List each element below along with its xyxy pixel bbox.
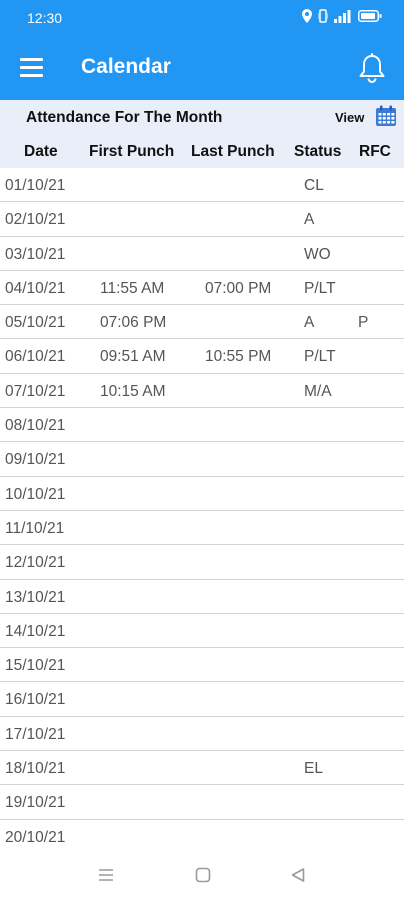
cell-date: 05/10/21	[5, 314, 66, 332]
cell-date: 09/10/21	[5, 451, 66, 469]
table-row[interactable]: 16/10/21	[0, 682, 404, 717]
table-row[interactable]: 09/10/21	[0, 442, 404, 477]
cell-first-punch: 11:55 AM	[100, 279, 165, 297]
table-row[interactable]: 10/10/21	[0, 477, 404, 511]
vibrate-icon	[318, 9, 328, 23]
table-row[interactable]: 02/10/21 A	[0, 202, 404, 237]
cell-date: 20/10/21	[5, 828, 66, 846]
calendar-icon[interactable]	[375, 105, 397, 127]
table-row[interactable]: 14/10/21	[0, 614, 404, 649]
cell-first-punch: 09:51 AM	[100, 348, 166, 366]
column-header-rfc: RFC	[359, 143, 391, 160]
table-row[interactable]: 05/10/21 07:06 PM A P	[0, 305, 404, 340]
cell-date: 02/10/21	[5, 211, 66, 229]
attendance-heading: Attendance For The Month	[26, 109, 223, 126]
cell-date: 13/10/21	[5, 588, 66, 606]
table-row[interactable]: 08/10/21	[0, 408, 404, 443]
cell-date: 18/10/21	[5, 760, 66, 778]
location-icon	[302, 9, 312, 23]
app-bar: Calendar	[0, 37, 404, 100]
cell-first-punch: 07:06 PM	[100, 314, 167, 332]
table-row[interactable]: 07/10/21 10:15 AM M/A	[0, 374, 404, 409]
bell-icon[interactable]	[358, 53, 386, 83]
battery-icon	[358, 10, 382, 22]
cell-status: P/LT	[304, 279, 336, 297]
cell-date: 03/10/21	[5, 245, 66, 263]
attendance-table: 01/10/21 CL 02/10/21 A 03/10/21 WO 04/10/21…	[0, 168, 404, 854]
back-icon[interactable]	[290, 867, 306, 883]
system-nav-bar	[0, 855, 404, 900]
table-header: Date First Punch Last Punch Status RFC	[0, 134, 404, 168]
column-header-first-punch: First Punch	[89, 143, 175, 160]
status-time: 12:30	[27, 10, 63, 26]
cell-date: 08/10/21	[5, 417, 66, 435]
status-bar: 12:30	[0, 0, 404, 37]
cell-date: 11/10/21	[5, 519, 65, 537]
cell-date: 15/10/21	[5, 657, 66, 675]
cell-date: 01/10/21	[5, 177, 66, 194]
cell-status: EL	[304, 760, 323, 778]
table-row[interactable]: 03/10/21 WO	[0, 237, 404, 271]
cell-date: 14/10/21	[5, 622, 66, 640]
home-icon[interactable]	[195, 867, 211, 883]
table-row[interactable]: 04/10/21 11:55 AM 07:00 PM P/LT	[0, 271, 404, 306]
cell-date: 12/10/21	[5, 554, 66, 572]
cell-status: A	[304, 314, 315, 332]
cell-status: M/A	[304, 382, 332, 400]
attendance-header: Attendance For The Month View	[0, 100, 404, 134]
cell-last-punch: 10:55 PM	[205, 348, 272, 366]
cell-date: 10/10/21	[5, 485, 66, 503]
cell-date: 07/10/21	[5, 382, 66, 400]
cell-rfc: P	[358, 314, 369, 332]
cell-status: A	[304, 211, 315, 229]
table-row[interactable]: 06/10/21 09:51 AM 10:55 PM P/LT	[0, 339, 404, 374]
table-row[interactable]: 20/10/21	[0, 820, 404, 854]
cell-last-punch: 07:00 PM	[205, 279, 272, 297]
table-row[interactable]: 13/10/21	[0, 580, 404, 614]
view-button[interactable]: View	[335, 110, 364, 125]
table-row[interactable]: 18/10/21 EL	[0, 751, 404, 786]
table-row[interactable]: 17/10/21	[0, 717, 404, 752]
table-row[interactable]: 11/10/21	[0, 511, 404, 546]
hamburger-menu-icon[interactable]	[20, 57, 44, 79]
cell-date: 04/10/21	[5, 279, 66, 297]
column-header-date: Date	[24, 143, 58, 160]
table-row[interactable]: 19/10/21	[0, 785, 404, 820]
cell-date: 06/10/21	[5, 348, 66, 366]
signal-icon	[334, 9, 351, 23]
cell-date: 19/10/21	[5, 794, 66, 812]
table-row[interactable]: 12/10/21	[0, 545, 404, 580]
cell-date: 17/10/21	[5, 725, 66, 743]
table-row[interactable]: 01/10/21 CL	[0, 168, 404, 203]
status-icons	[302, 9, 382, 23]
cell-first-punch: 10:15 AM	[100, 382, 166, 400]
cell-date: 16/10/21	[5, 691, 66, 709]
cell-status: P/LT	[304, 348, 336, 366]
table-row[interactable]: 15/10/21	[0, 648, 404, 683]
column-header-last-punch: Last Punch	[191, 143, 275, 160]
recents-icon[interactable]	[98, 867, 114, 883]
cell-status: CL	[304, 177, 324, 194]
cell-status: WO	[304, 245, 331, 263]
page-title: Calendar	[81, 55, 171, 78]
column-header-status: Status	[294, 143, 342, 160]
